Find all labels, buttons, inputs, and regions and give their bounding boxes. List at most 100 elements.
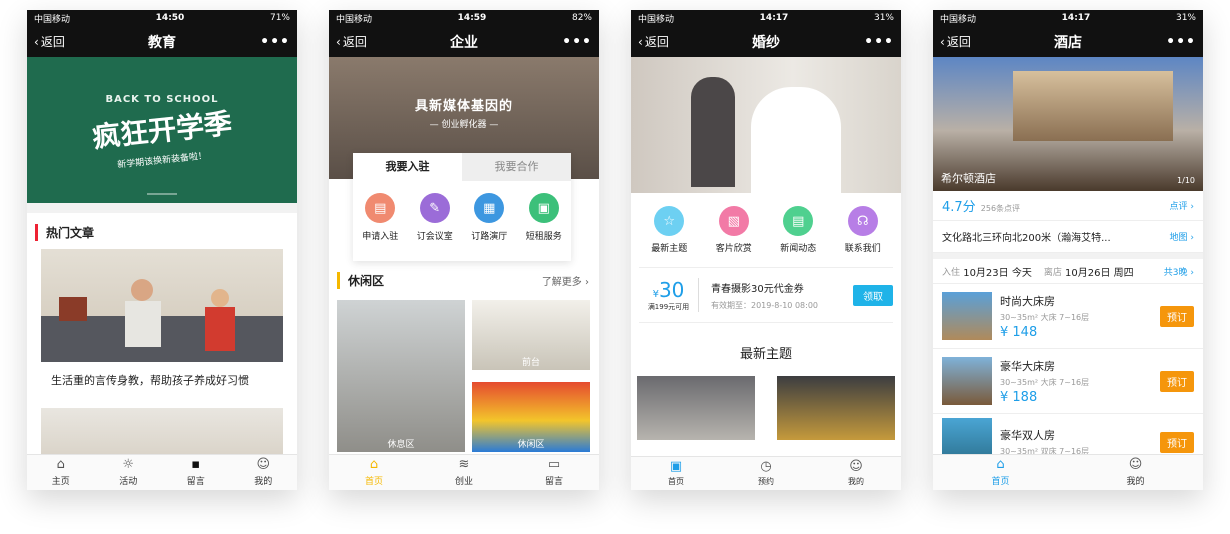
home-icon: ⌂	[996, 457, 1005, 472]
service-label: 短租服务	[525, 232, 562, 242]
chat-icon: ▪	[191, 457, 201, 472]
page-title: 婚纱	[752, 34, 780, 51]
hotel-photo[interactable]: 希尔顿酒店 1/10	[933, 57, 1203, 191]
more-button[interactable]: •••	[864, 34, 894, 50]
tab-label: 首页	[364, 477, 383, 487]
article-card[interactable]: 生活重的言传身教，帮助孩子养成好习惯	[41, 249, 283, 408]
more-button[interactable]: •••	[260, 34, 290, 50]
room-item[interactable]: 时尚大床房 30~35m² 大床 7~16层 ¥ 148 预订	[933, 284, 1203, 349]
status-bar: 中国移动 14:17 31%	[631, 10, 901, 26]
photo-counter: 1/10	[1177, 176, 1195, 185]
room-item[interactable]: 豪华大床房 30~35m² 大床 7~16层 ¥ 188 预订	[933, 349, 1203, 414]
photo-tile[interactable]: 前台	[472, 300, 590, 370]
status-bar: 中国移动 14:50 71%	[27, 10, 297, 26]
headset-icon: ☊	[847, 206, 878, 236]
carrier: 中国移动	[336, 14, 373, 25]
feature-label: 新闻动态	[780, 244, 817, 254]
tab-activity[interactable]: ☼ 活动	[95, 455, 163, 490]
tab-home[interactable]: ⌂ 主页	[27, 455, 95, 490]
date-row[interactable]: 入住 10月23日 今天 离店 10月26日 周四 共3晚 ›	[933, 259, 1203, 284]
back-label: 返回	[946, 35, 971, 49]
tab-join[interactable]: 我要入驻	[353, 153, 462, 181]
clock: 14:17	[759, 13, 789, 23]
clock-icon: ◷	[760, 459, 772, 474]
feature-item[interactable]: ▧ 客片欣赏	[702, 206, 767, 254]
service-item[interactable]: ▤ 申请入驻	[353, 193, 408, 242]
back-button[interactable]: ‹ 返回	[336, 33, 367, 50]
service-card: 我要入驻 我要合作 ▤ 申请入驻 ✎ 订会议室 ▦ 订路演厅 ▣ 短租服务	[353, 153, 571, 261]
tab-label: 我的	[1126, 477, 1145, 487]
address-row: 文化路北三环向北200米（瀚海艾特... 地图 ›	[933, 221, 1203, 253]
back-label: 返回	[644, 35, 669, 49]
room-list: 时尚大床房 30~35m² 大床 7~16层 ¥ 148 预订 豪华大床房 30~35…	[933, 284, 1203, 470]
banner-small-text: BACK TO SCHOOL	[105, 94, 219, 105]
tab-label: 首页	[991, 477, 1010, 487]
book-button[interactable]: 预订	[1160, 305, 1194, 327]
claim-button[interactable]: 领取	[853, 284, 893, 306]
map-link[interactable]: 地图 ›	[1170, 230, 1194, 243]
phone-enterprise: 中国移动 14:59 82% ‹ 返回 企业 ••• 具新媒体基因的 — 创业孵化器 …	[329, 10, 599, 490]
layers-icon: ≋	[458, 457, 470, 472]
banner-dots	[147, 193, 177, 195]
tab-home[interactable]: ▣ 首页	[631, 457, 721, 490]
feature-item[interactable]: ☊ 联系我们	[831, 206, 896, 254]
tab-message[interactable]: ▭ 留言	[509, 455, 599, 490]
theme-photo[interactable]	[637, 376, 755, 440]
coupon: ¥30 满199元可用 青春摄影30元代金券 有效期至：2019-8-10 08…	[639, 267, 893, 323]
sun-icon: ☼	[122, 457, 135, 472]
service-item[interactable]: ▦ 订路演厅	[462, 193, 517, 242]
home-icon: ⌂	[369, 457, 379, 472]
more-link[interactable]: 了解更多 ›	[542, 273, 589, 288]
banner-main-text: 具新媒体基因的	[414, 99, 513, 114]
coupon-info: 青春摄影30元代金券 有效期至：2019-8-10 08:00	[699, 280, 853, 311]
back-label: 返回	[342, 35, 367, 49]
checkin-date: 10月23日 今天	[963, 267, 1032, 279]
user-icon: ☺	[1128, 457, 1143, 472]
tab-bar: ⌂ 主页 ☼ 活动 ▪ 留言 ☺ 我的	[27, 454, 297, 490]
checkout-label: 离店	[1043, 267, 1062, 278]
tab-home[interactable]: ⌂ 首页	[933, 455, 1068, 490]
review-link-label: 点评	[1169, 202, 1188, 212]
tab-mine[interactable]: ☺ 我的	[230, 455, 298, 490]
tab-cooperate[interactable]: 我要合作	[462, 153, 571, 181]
service-item[interactable]: ✎ 订会议室	[408, 193, 463, 242]
section-title: 休闲区	[337, 272, 384, 289]
feature-label: 最新主题	[651, 244, 688, 254]
review-link[interactable]: 点评 ›	[1170, 199, 1194, 212]
checkin-label: 入住	[942, 267, 961, 278]
tab-label: 预约	[758, 477, 774, 486]
back-button[interactable]: ‹ 返回	[34, 33, 65, 50]
back-button[interactable]: ‹ 返回	[940, 33, 971, 50]
service-item[interactable]: ▣ 短租服务	[517, 193, 572, 242]
tab-label: 活动	[119, 477, 138, 487]
banner[interactable]	[631, 57, 901, 193]
room-name: 豪华大床房	[1000, 359, 1055, 373]
tab-startup[interactable]: ≋ 创业	[419, 455, 509, 490]
map-link-label: 地图	[1169, 233, 1188, 243]
more-button[interactable]: •••	[1166, 34, 1196, 50]
theme-photo[interactable]	[777, 376, 895, 440]
back-button[interactable]: ‹ 返回	[638, 33, 669, 50]
tab-booking[interactable]: ◷ 预约	[721, 457, 811, 490]
more-button[interactable]: •••	[562, 34, 592, 50]
tab-mine[interactable]: ☺ 我的	[811, 457, 901, 490]
tab-message[interactable]: ▪ 留言	[162, 455, 230, 490]
nav-bar: ‹ 返回 企业 •••	[329, 26, 599, 57]
chevron-right-icon: ›	[585, 277, 589, 288]
hall-icon: ▦	[474, 193, 505, 223]
meeting-icon: ✎	[419, 193, 450, 223]
photo-tile[interactable]: 休闲区	[472, 382, 590, 452]
tab-home[interactable]: ⌂ 首页	[329, 455, 419, 490]
photo-tile[interactable]: 休息区	[337, 300, 465, 452]
book-button[interactable]: 预订	[1160, 370, 1194, 392]
coupon-title: 青春摄影30元代金券	[711, 283, 804, 295]
feature-item[interactable]: ☆ 最新主题	[637, 206, 702, 254]
room-image	[942, 292, 992, 340]
banner[interactable]: BACK TO SCHOOL 疯狂开学季 新学期该换新装备啦！	[27, 57, 297, 203]
feature-item[interactable]: ▤ 新闻动态	[766, 206, 831, 254]
nav-bar: ‹ 返回 婚纱 •••	[631, 26, 901, 57]
user-icon: ☺	[256, 457, 271, 472]
tab-mine[interactable]: ☺ 我的	[1068, 455, 1203, 490]
service-label: 订会议室	[416, 232, 453, 242]
book-button[interactable]: 预订	[1160, 431, 1194, 453]
